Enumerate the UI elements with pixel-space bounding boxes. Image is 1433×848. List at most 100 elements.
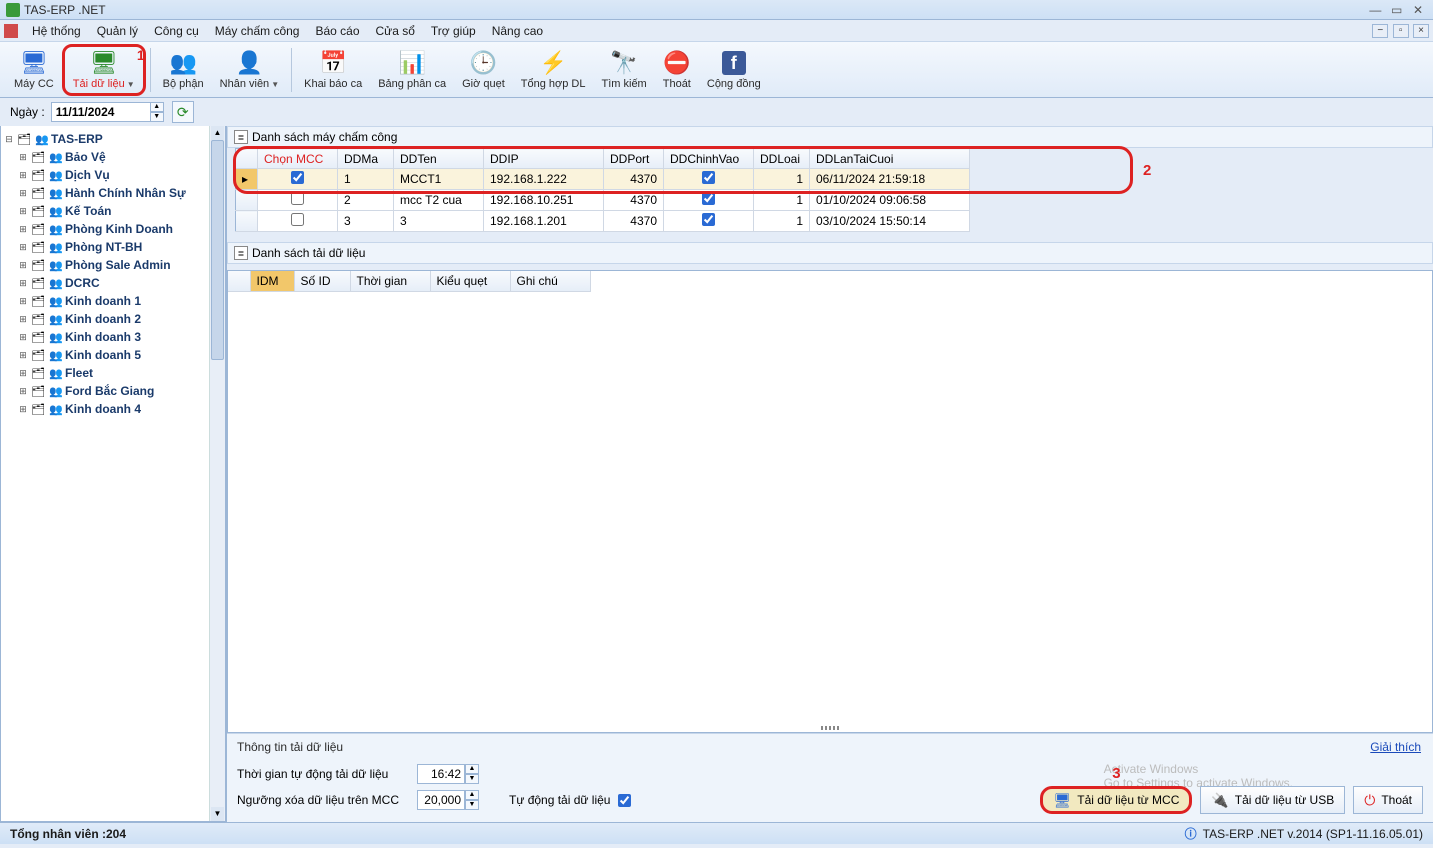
grid2-header[interactable]: Thời gian [350,271,430,291]
download-grid[interactable]: IDMSố IDThời gianKiểu quẹtGhi chú [227,270,1433,733]
tree-item[interactable]: ⊞🗂👥Phòng Kinh Doanh [3,220,223,238]
expand-icon[interactable]: ⊞ [17,242,29,253]
row-header[interactable] [236,211,258,232]
chinhvao-checkbox[interactable] [702,192,715,205]
expand-icon[interactable]: ⊞ [17,206,29,217]
expand-icon[interactable]: ⊞ [17,224,29,235]
scroll-up-icon[interactable]: ▲ [211,126,224,140]
mdi-restore-icon[interactable]: ▫ [1393,24,1409,38]
table-row[interactable]: 2mcc T2 cua192.168.10.2514370101/10/2024… [236,190,970,211]
chinhvao-checkbox[interactable] [702,171,715,184]
tree-item[interactable]: ⊞🗂👥Fleet [3,364,223,382]
select-mcc-checkbox[interactable] [291,171,304,184]
maximize-icon[interactable]: ▭ [1388,3,1406,17]
tree-item[interactable]: ⊞🗂👥Phòng NT-BH [3,238,223,256]
expand-icon[interactable]: ⊞ [17,368,29,379]
mdi-close-icon[interactable]: × [1413,24,1429,38]
menu-Máy chấm công[interactable]: Máy chấm công [207,21,308,41]
menu-Cửa sổ[interactable]: Cửa sổ [368,21,423,41]
grid2-header[interactable]: Ghi chú [510,271,590,291]
tree-item[interactable]: ⊞🗂👥DCRC [3,274,223,292]
mcc-header[interactable]: DDMa [338,149,394,169]
menu-Hệ thống[interactable]: Hệ thống [24,21,89,41]
toolbar-tìm-kiếm[interactable]: 🔭Tìm kiếm [594,44,655,96]
expand-icon[interactable]: ⊞ [17,152,29,163]
toolbar-tải-dữ-liệu[interactable]: 🖥Tải dữ liệu▼1 [62,44,146,96]
toolbar-nhân-viên[interactable]: 👤Nhân viên▼ [212,44,287,96]
download-from-mcc-button[interactable]: 3 🖥 Tải dữ liệu từ MCC [1040,786,1192,814]
mcc-header[interactable]: DDLanTaiCuoi [810,149,970,169]
grid2-header[interactable]: IDM [250,271,294,291]
mcc-header[interactable]: DDChinhVao [664,149,754,169]
mcc-header[interactable]: DDLoai [754,149,810,169]
menu-Báo cáo[interactable]: Báo cáo [307,21,367,41]
table-row[interactable]: 33192.168.1.2014370103/10/2024 15:50:14 [236,211,970,232]
tree-item[interactable]: ⊞🗂👥Hành Chính Nhân Sự [3,184,223,202]
tree-item[interactable]: ⊞🗂👥Kinh doanh 4 [3,400,223,418]
toolbar-bộ-phận[interactable]: 👥Bộ phận [155,44,212,96]
threshold-input[interactable] [417,790,465,810]
grid2-header[interactable]: Kiểu quẹt [430,271,510,291]
scroll-down-icon[interactable]: ▼ [211,807,224,821]
tree-item[interactable]: ⊞🗂👥Kinh doanh 2 [3,310,223,328]
exit-button[interactable]: ⏻ Thoát [1353,786,1423,814]
grid2-header[interactable]: Số ID [294,271,350,291]
mcc-header[interactable]: DDPort [604,149,664,169]
expand-icon[interactable]: ⊞ [17,350,29,361]
expand-icon[interactable]: ⊞ [17,278,29,289]
auto-download-checkbox[interactable] [618,794,631,807]
tree-item[interactable]: ⊞🗂👥Ford Bắc Giang [3,382,223,400]
date-input[interactable] [51,102,151,122]
toolbar-bảng-phân-ca[interactable]: 📊Bảng phân ca [370,44,454,96]
expand-icon[interactable]: ⊞ [17,170,29,181]
chinhvao-checkbox[interactable] [702,213,715,226]
toolbar-giờ-quẹt[interactable]: 🕒Giờ quẹt [454,44,513,96]
tree-root[interactable]: ⊟🗂👥TAS-ERP [3,130,223,148]
mcc-header[interactable]: Chọn MCC [258,149,338,169]
row-header[interactable]: ▸ [236,169,258,190]
expand-icon[interactable]: ⊞ [17,332,29,343]
expand-icon[interactable]: ⊞ [17,386,29,397]
tree-root-label[interactable]: TAS-ERP [51,132,103,146]
tree-item[interactable]: ⊞🗂👥Kinh doanh 1 [3,292,223,310]
select-mcc-checkbox[interactable] [291,192,304,205]
tree-item[interactable]: ⊞🗂👥Dịch Vụ [3,166,223,184]
toolbar-khai-báo-ca[interactable]: 📅Khai báo ca [296,44,370,96]
refresh-button[interactable]: ⟳ [172,101,194,123]
mcc-table[interactable]: Chọn MCCDDMaDDTenDDIPDDPortDDChinhVaoDDL… [235,148,970,232]
tree-item[interactable]: ⊞🗂👥Bảo Vệ [3,148,223,166]
tree-scrollbar[interactable]: ▲ ▼ [209,126,225,821]
toolbar-tổng-hợp-dl[interactable]: ⚡Tổng hợp DL [513,44,594,96]
tree-item[interactable]: ⊞🗂👥Kinh doanh 5 [3,346,223,364]
scroll-thumb[interactable] [211,140,224,360]
menu-Công cụ[interactable]: Công cụ [146,21,207,41]
select-mcc-checkbox[interactable] [291,213,304,226]
mdi-minimize-icon[interactable]: − [1372,24,1388,38]
mcc-header[interactable]: DDTen [394,149,484,169]
splitter-icon[interactable] [800,726,860,732]
tree-item[interactable]: ⊞🗂👥Kinh doanh 3 [3,328,223,346]
expand-icon[interactable]: ⊞ [17,188,29,199]
menu-Nâng cao[interactable]: Nâng cao [484,21,551,41]
date-spinner[interactable]: ▲▼ [150,102,164,122]
time-spinner[interactable]: ▲▼ [465,764,479,784]
expand-icon[interactable]: ⊞ [17,404,29,415]
expand-icon[interactable]: ⊞ [17,314,29,325]
mcc-header[interactable]: DDIP [484,149,604,169]
tree-item[interactable]: ⊞🗂👥Kế Toán [3,202,223,220]
toolbar-thoát[interactable]: ⛔Thoát [655,44,699,96]
row-header[interactable] [236,190,258,211]
close-icon[interactable]: ✕ [1409,3,1427,17]
toolbar-máy-cc[interactable]: 🖥Máy CC [6,44,62,96]
expand-icon[interactable]: ⊞ [17,260,29,271]
collapse-icon[interactable]: ⊟ [3,134,15,145]
toolbar-cộng-đồng[interactable]: fCộng đồng [699,44,769,96]
menu-Trợ giúp[interactable]: Trợ giúp [423,21,484,41]
threshold-spinner[interactable]: ▲▼ [465,790,479,810]
expand-icon[interactable]: ⊞ [17,296,29,307]
minimize-icon[interactable]: — [1366,3,1384,17]
auto-time-input[interactable] [417,764,465,784]
table-row[interactable]: ▸1MCCT1192.168.1.2224370106/11/2024 21:5… [236,169,970,190]
menu-Quản lý[interactable]: Quản lý [89,21,146,41]
explain-link[interactable]: Giải thích [1370,740,1421,754]
